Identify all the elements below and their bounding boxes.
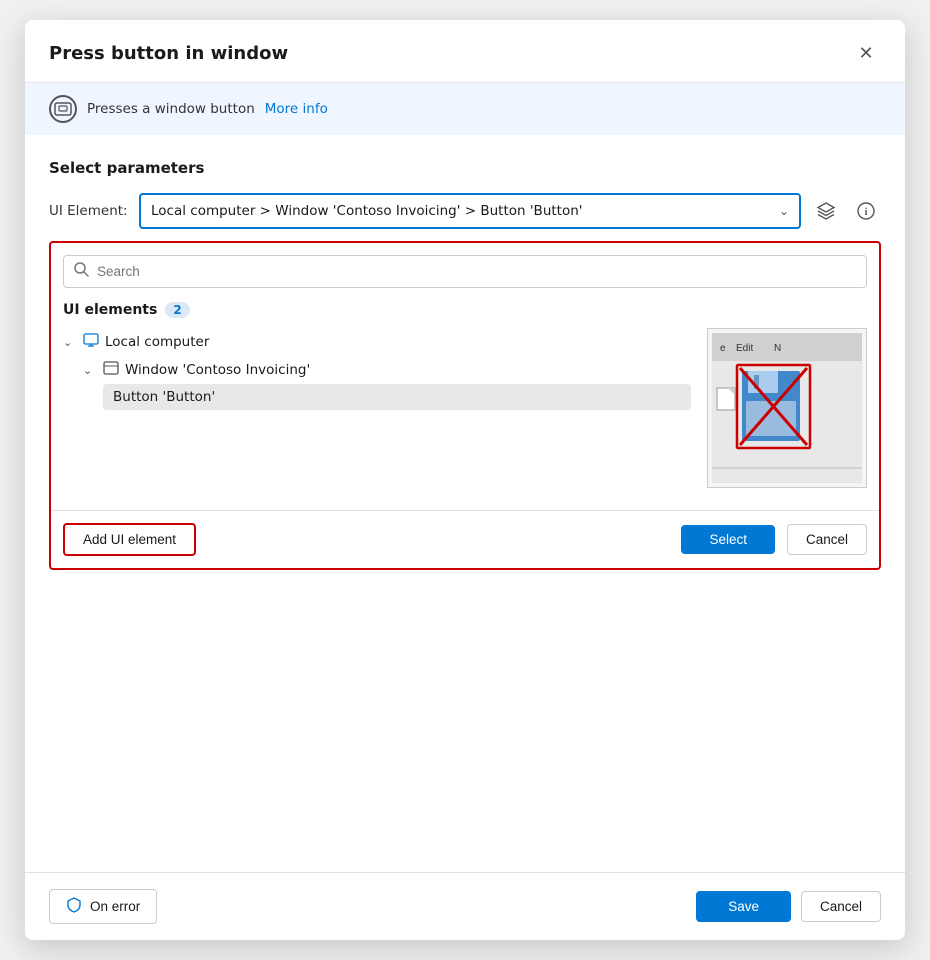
ui-elements-title: UI elements [63,302,157,318]
tree-item-window[interactable]: ⌄ Window 'Contoso Invoicing' [83,356,691,384]
on-error-button[interactable]: On error [49,889,157,924]
tree-item-local-computer[interactable]: ⌄ Local computer [63,328,691,356]
window-label: Window 'Contoso Invoicing' [125,362,310,378]
tree-area: ⌄ Local computer [63,328,867,488]
select-button[interactable]: Select [681,525,775,554]
press-button-icon [49,95,77,123]
dialog-title: Press button in window [49,43,288,64]
dropdown-panel-inner: UI elements 2 ⌄ [51,243,879,500]
ui-elements-header: UI elements 2 [63,302,867,318]
shield-icon [66,897,82,916]
chevron-down-icon: ⌄ [779,204,789,218]
svg-text:e: e [720,343,726,354]
tree-item-button[interactable]: Button 'Button' [103,384,691,410]
cancel-footer-button[interactable]: Cancel [801,891,881,922]
tree-list: ⌄ Local computer [63,328,691,410]
computer-icon [83,332,99,352]
on-error-label: On error [90,899,140,914]
search-input[interactable] [97,264,856,279]
svg-text:Edit: Edit [736,343,753,354]
dialog-header: Press button in window ✕ [25,20,905,83]
ui-element-dropdown[interactable]: Local computer > Window 'Contoso Invoici… [139,193,801,229]
dialog-footer: On error Save Cancel [25,872,905,940]
layers-icon-button[interactable] [811,196,841,226]
info-banner: Presses a window button More info [25,83,905,135]
chevron-icon: ⌄ [63,336,77,349]
search-icon [74,262,89,281]
field-label: UI Element: [49,203,129,219]
window-icon [103,360,119,380]
svg-text:N: N [774,343,781,354]
local-computer-label: Local computer [105,334,209,350]
info-text: Presses a window button [87,101,255,117]
svg-text:i: i [865,207,868,218]
add-ui-element-button[interactable]: Add UI element [63,523,196,556]
search-box [63,255,867,288]
dialog: Press button in window ✕ Presses a windo… [25,20,905,940]
field-row: UI Element: Local computer > Window 'Con… [49,193,881,229]
cancel-panel-button[interactable]: Cancel [787,524,867,555]
chevron-icon: ⌄ [83,364,97,377]
ui-elements-count-badge: 2 [165,302,189,318]
more-info-link[interactable]: More info [265,101,328,117]
dropdown-panel: UI elements 2 ⌄ [49,241,881,570]
tree-item-button-container: Button 'Button' [103,384,691,410]
preview-box: e Edit N [707,328,867,488]
dropdown-value: Local computer > Window 'Contoso Invoici… [151,203,779,219]
close-button[interactable]: ✕ [851,38,881,68]
dialog-body: Select parameters UI Element: Local comp… [25,135,905,872]
footer-right: Save Cancel [696,891,881,922]
dropdown-actions: Add UI element Select Cancel [51,510,879,568]
info-icon-button[interactable]: i [851,196,881,226]
section-title: Select parameters [49,159,881,177]
save-button[interactable]: Save [696,891,791,922]
